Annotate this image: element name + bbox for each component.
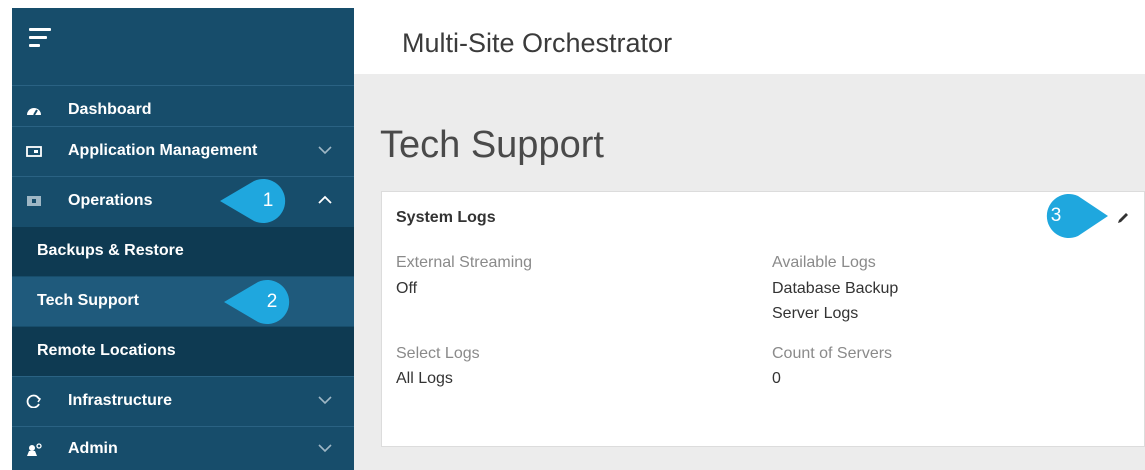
field-label-external-streaming: External Streaming bbox=[396, 254, 533, 271]
app-title: Multi-Site Orchestrator bbox=[402, 28, 673, 58]
sidebar-item-label: Operations bbox=[68, 192, 153, 209]
sidebar-item-label: Infrastructure bbox=[68, 392, 173, 409]
sidebar-subitem-tech-support[interactable]: Tech Support bbox=[12, 276, 354, 326]
sidebar-subitem-remote-locations[interactable]: Remote Locations bbox=[12, 326, 354, 376]
callout-number: 2 bbox=[266, 291, 278, 312]
sidebar-subitem-backups-restore[interactable]: Backups & Restore bbox=[12, 226, 354, 276]
main-content: Tech Support System Logs External Stream… bbox=[354, 74, 1145, 470]
chevron-down-icon[interactable] bbox=[318, 443, 332, 453]
sidebar-item-label: Admin bbox=[68, 440, 118, 457]
page-title: Tech Support bbox=[380, 124, 604, 166]
sidebar-subitem-label: Tech Support bbox=[37, 292, 139, 309]
system-logs-card: System Logs External Streaming Off Avail… bbox=[381, 191, 1145, 447]
callout-marker-2: 2 bbox=[222, 278, 302, 326]
sidebar-subitem-label: Backups & Restore bbox=[37, 242, 184, 259]
sidebar-item-label: Application Management bbox=[68, 142, 258, 159]
operations-icon bbox=[27, 196, 41, 206]
card-title: System Logs bbox=[396, 209, 496, 226]
callout-marker-3: 3 bbox=[1032, 192, 1112, 240]
infrastructure-icon bbox=[26, 394, 42, 408]
chevron-down-icon[interactable] bbox=[318, 145, 332, 155]
chevron-down-icon[interactable] bbox=[318, 395, 332, 405]
callout-number: 1 bbox=[262, 190, 274, 211]
app-header: Multi-Site Orchestrator bbox=[354, 0, 1145, 74]
sidebar-item-application-management[interactable]: Application Management bbox=[12, 126, 354, 175]
sidebar-item-label: Dashboard bbox=[68, 101, 152, 118]
chevron-up-icon[interactable] bbox=[318, 195, 332, 205]
sidebar-item-infrastructure[interactable]: Infrastructure bbox=[12, 376, 354, 425]
field-value-available-logs: Database Backup bbox=[772, 280, 899, 297]
sidebar-subitem-label: Remote Locations bbox=[37, 342, 176, 359]
sidebar: Dashboard Application Management Operati… bbox=[12, 8, 354, 470]
application-icon bbox=[26, 146, 42, 157]
callout-marker-1: 1 bbox=[218, 177, 298, 225]
field-label-select-logs: Select Logs bbox=[396, 345, 480, 362]
field-label-count-of-servers: Count of Servers bbox=[772, 345, 893, 362]
field-label-available-logs: Available Logs bbox=[772, 254, 876, 271]
field-value-available-logs: Server Logs bbox=[772, 305, 859, 322]
sidebar-item-admin[interactable]: Admin bbox=[12, 426, 354, 470]
menu-icon[interactable] bbox=[29, 28, 55, 52]
admin-icon bbox=[27, 443, 42, 456]
field-value-select-logs: All Logs bbox=[396, 370, 453, 387]
edit-icon[interactable] bbox=[1116, 211, 1130, 225]
field-value-count-of-servers: 0 bbox=[772, 370, 781, 387]
field-value-external-streaming: Off bbox=[396, 280, 418, 297]
sidebar-item-operations[interactable]: Operations bbox=[12, 176, 354, 225]
callout-number: 3 bbox=[1050, 205, 1062, 226]
dashboard-icon bbox=[27, 108, 41, 116]
